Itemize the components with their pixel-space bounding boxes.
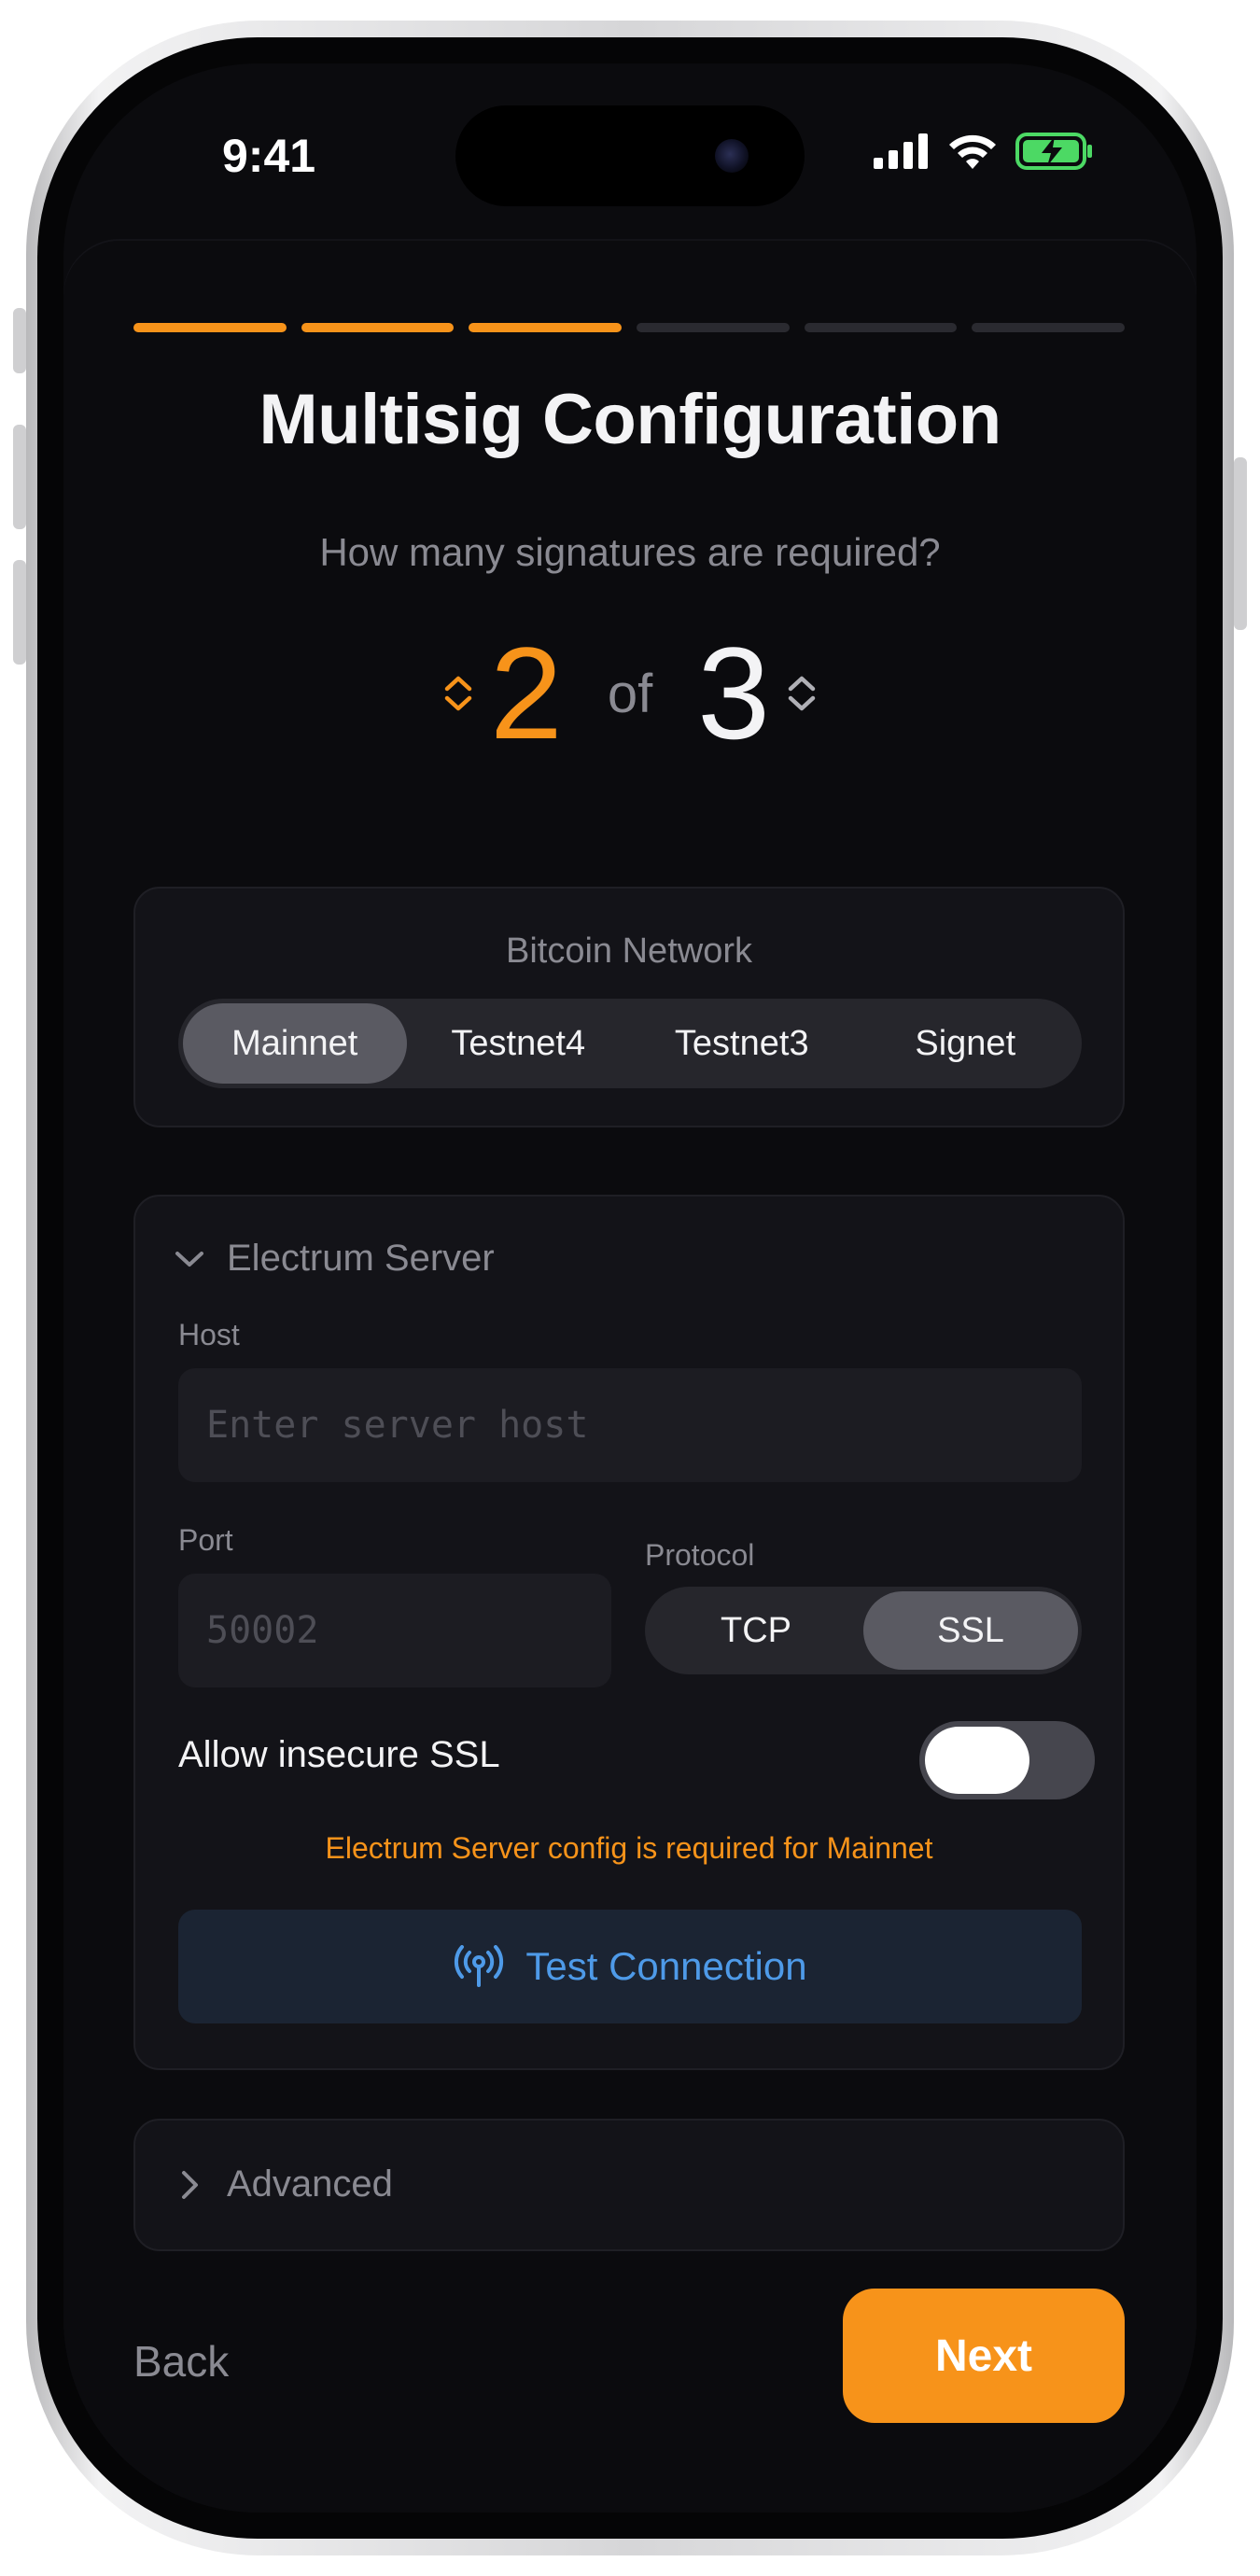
port-label: Port <box>178 1523 233 1557</box>
port-input[interactable] <box>178 1574 611 1687</box>
total-signers-value[interactable]: 3 <box>697 628 770 759</box>
network-selector: Mainnet Testnet4 Testnet3 Signet <box>178 999 1082 1088</box>
volume-down-button <box>13 560 26 665</box>
signature-question: How many signatures are required? <box>319 530 941 574</box>
chevron-right-icon <box>182 2170 198 2199</box>
status-icons <box>874 133 1094 170</box>
advanced-section-toggle[interactable]: Advanced <box>175 2163 393 2205</box>
network-option-testnet3[interactable]: Testnet3 <box>630 1003 854 1084</box>
volume-up-button <box>13 425 26 529</box>
wifi-icon <box>949 134 996 169</box>
n-stepper[interactable] <box>783 665 820 721</box>
protocol-option-tcp[interactable]: TCP <box>649 1591 863 1670</box>
back-button[interactable]: Back <box>133 2336 229 2387</box>
electrum-card: Electrum Server Host Port Protocol TCPSS… <box>133 1195 1125 2070</box>
network-option-mainnet[interactable]: Mainnet <box>183 1003 407 1084</box>
network-option-signet[interactable]: Signet <box>854 1003 1078 1084</box>
of-label: of <box>607 663 653 724</box>
chevron-down-icon <box>175 1251 203 1267</box>
advanced-header: Advanced <box>227 2163 393 2205</box>
chevron-up-down-icon <box>788 676 816 711</box>
m-stepper[interactable] <box>440 665 477 721</box>
progress-step <box>972 323 1126 332</box>
insecure-ssl-label: Allow insecure SSL <box>178 1734 500 1775</box>
network-card: Bitcoin Network Mainnet Testnet4 Testnet3 S… <box>133 887 1125 1127</box>
electrum-section-toggle[interactable]: Electrum Server <box>175 1238 495 1280</box>
host-label: Host <box>178 1318 240 1351</box>
multisig-selector: 2 of 3 <box>63 623 1197 763</box>
protocol-label: Protocol <box>645 1538 755 1572</box>
required-signatures-value[interactable]: 2 <box>490 628 563 759</box>
progress-indicator <box>133 323 1126 332</box>
next-button[interactable]: Next <box>843 2289 1125 2423</box>
advanced-card[interactable]: Advanced <box>133 2119 1125 2251</box>
progress-step <box>133 323 287 332</box>
network-option-testnet4[interactable]: Testnet4 <box>407 1003 631 1084</box>
antenna-icon <box>455 1945 504 1987</box>
page-title: Multisig Configuration <box>259 380 1001 459</box>
insecure-ssl-toggle[interactable] <box>919 1721 1095 1799</box>
dynamic-island <box>455 105 805 206</box>
screen: 9:41 Multisig Configuration How many sig… <box>63 63 1197 2513</box>
protocol-option-ssl[interactable]: SSL <box>863 1591 1078 1670</box>
test-connection-label: Test Connection <box>525 1944 807 1988</box>
camera-icon <box>715 139 749 173</box>
progress-step <box>301 323 455 332</box>
progress-step <box>469 323 623 332</box>
power-button <box>1234 457 1247 630</box>
battery-charging-icon <box>1015 133 1092 170</box>
host-input[interactable] <box>178 1368 1082 1482</box>
network-label: Bitcoin Network <box>506 931 752 971</box>
test-connection-button[interactable]: Test Connection <box>178 1910 1082 2023</box>
action-button <box>13 308 26 373</box>
toggle-knob <box>925 1727 1029 1794</box>
electrum-header: Electrum Server <box>227 1238 495 1279</box>
mainnet-warning: Electrum Server config is required for M… <box>325 1831 933 1865</box>
progress-step <box>637 323 790 332</box>
setup-sheet: Multisig Configuration How many signatur… <box>63 241 1197 2513</box>
protocol-selector: TCP SSL <box>645 1587 1082 1674</box>
progress-step <box>804 323 958 332</box>
cellular-signal-icon <box>874 133 928 169</box>
status-time: 9:41 <box>222 130 316 182</box>
chevron-up-down-icon <box>444 676 472 711</box>
